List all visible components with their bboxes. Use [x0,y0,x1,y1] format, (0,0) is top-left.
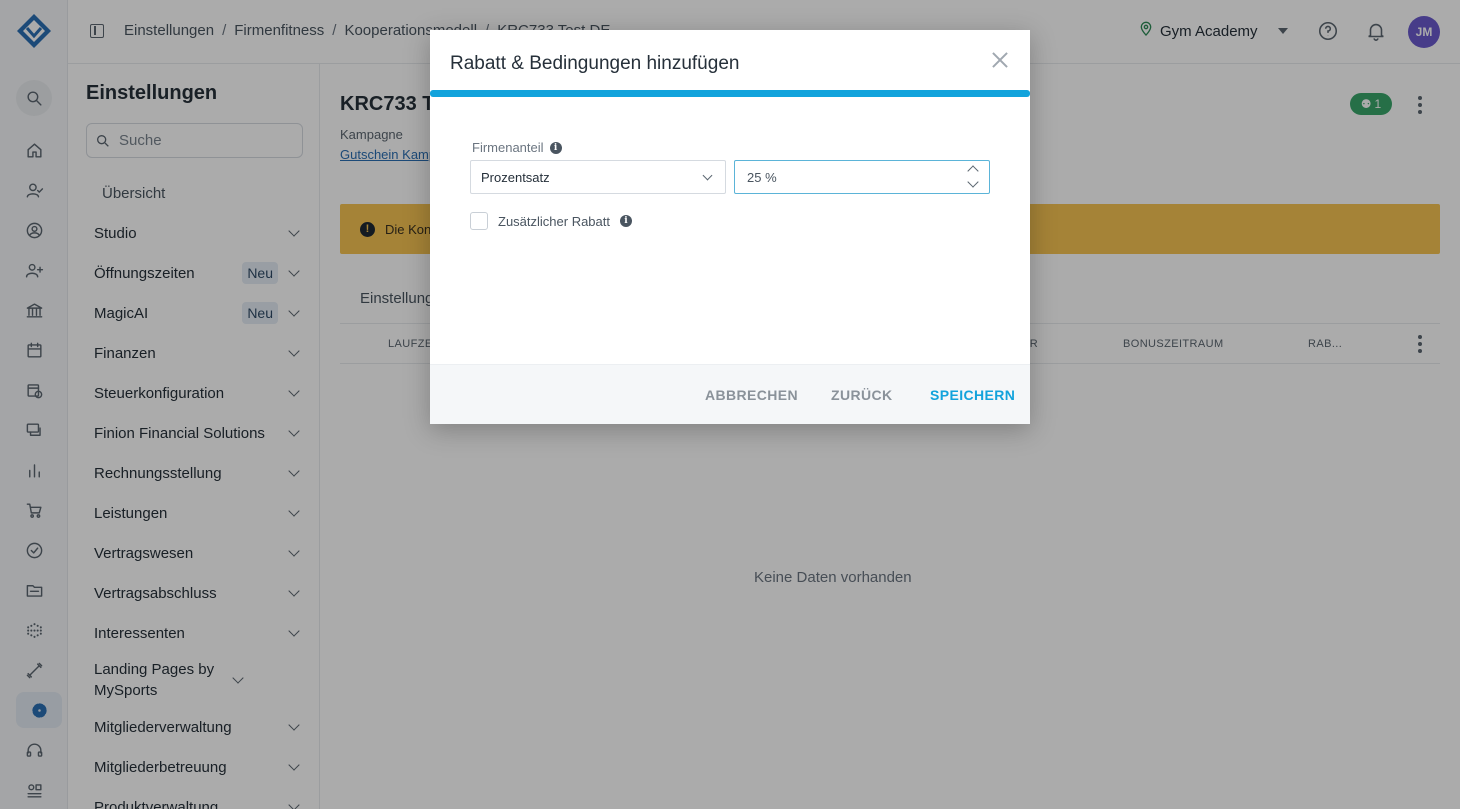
additional-discount-checkbox[interactable] [470,212,488,230]
field-label: Firmenanteil i [472,140,562,155]
additional-discount-row: Zusätzlicher Rabatt i [470,212,632,230]
share-type-select[interactable]: Prozentsatz [470,160,726,194]
cancel-button[interactable]: ABBRECHEN [705,387,798,403]
back-button[interactable]: ZURÜCK [831,387,893,403]
dialog-progress-bar [430,90,1030,97]
chevron-down-icon [702,170,713,181]
checkbox-label[interactable]: Zusätzlicher Rabatt [498,214,610,229]
close-icon[interactable] [990,50,1010,70]
chevron-down-icon[interactable] [967,176,979,188]
chevron-up-icon[interactable] [967,165,979,177]
select-value: Prozentsatz [481,169,550,185]
info-icon[interactable]: i [549,141,562,154]
field-label-text: Firmenanteil [472,140,544,155]
discount-dialog: Rabatt & Bedingungen hinzufügen Firmenan… [430,30,1030,424]
save-button[interactable]: SPEICHERN [930,387,1015,403]
dialog-footer: ABBRECHEN ZURÜCK SPEICHERN [430,364,1030,424]
dialog-title: Rabatt & Bedingungen hinzufügen [450,53,740,74]
percentage-stepper[interactable] [734,160,990,194]
percentage-input[interactable] [735,161,935,193]
info-icon[interactable]: i [620,215,632,227]
